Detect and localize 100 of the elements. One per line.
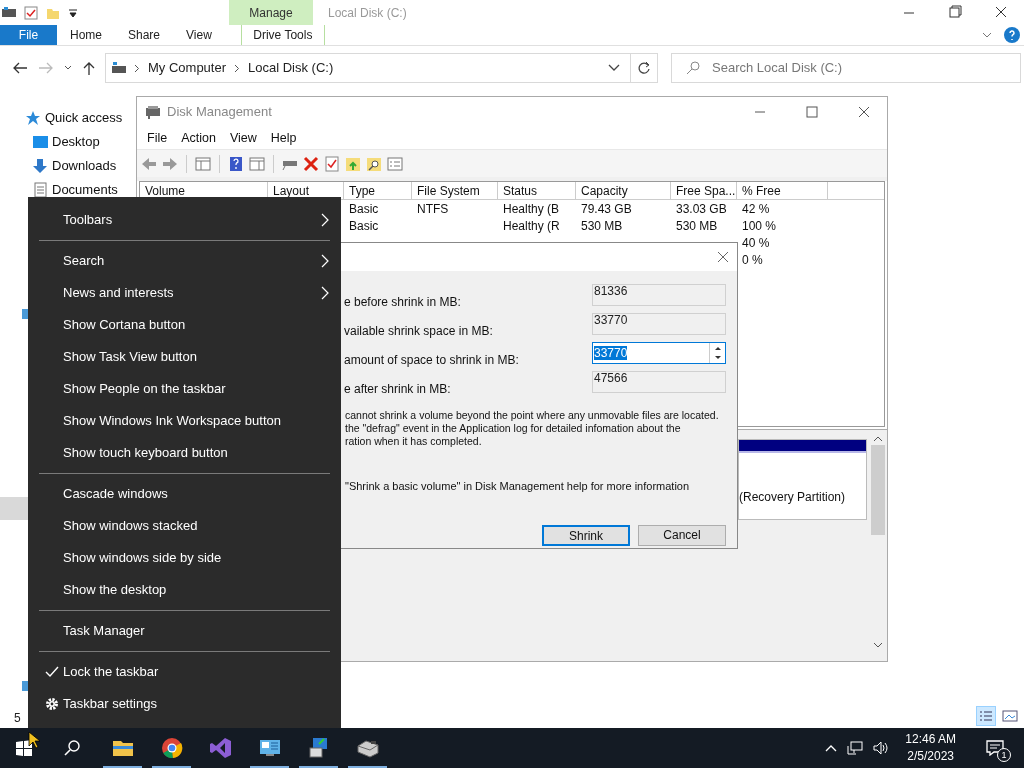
menu-item[interactable]: View (222, 128, 264, 148)
volume-icon[interactable] (873, 741, 890, 755)
scroll-down-icon[interactable] (873, 641, 883, 649)
breadcrumb-separator-icon (134, 63, 140, 73)
menu-item[interactable]: Show Task View button (28, 341, 341, 373)
table-cell-text: 100 % (741, 217, 778, 234)
folder-up-icon[interactable] (345, 155, 361, 172)
help-icon[interactable] (1004, 27, 1020, 43)
search-field[interactable]: Search Local Disk (C:) (671, 53, 1021, 83)
dialog-button[interactable]: Shrink (542, 524, 630, 546)
note-text: cannot shrink a volume beyond the point where any unmovable files are located. (345, 409, 719, 422)
desktop-icon (32, 134, 48, 150)
notifications-icon[interactable] (986, 740, 1004, 756)
drive-icon[interactable] (2, 6, 16, 19)
download-icon (32, 158, 48, 174)
scroll-up-icon[interactable] (873, 435, 883, 443)
window-title: Disk Management (167, 103, 273, 122)
nav-item[interactable]: Quick access (25, 106, 123, 130)
forward-icon[interactable] (162, 155, 178, 172)
note-text: ration when it has completed. (345, 435, 482, 448)
table-cell-text: 530 MB (675, 217, 719, 234)
refresh-icon[interactable] (637, 61, 651, 75)
field-label: e before shrink in MB: (343, 294, 462, 311)
properties-icon[interactable] (324, 155, 340, 172)
address-bar[interactable]: My Computer Local Disk (C:) (105, 53, 658, 83)
menu-item[interactable]: Show windows stacked (28, 510, 341, 542)
menu-item[interactable]: File (140, 128, 175, 148)
status-text: 5 (14, 710, 21, 727)
scrollbar-thumb[interactable] (871, 445, 885, 535)
up-icon[interactable] (82, 61, 96, 75)
details-view-icon[interactable] (976, 706, 996, 726)
window-title: Local Disk (C:) (327, 4, 408, 22)
menu-item[interactable]: Show windows side by side (28, 542, 341, 574)
menu-item[interactable]: Show the desktop (28, 574, 341, 606)
infinity-icon[interactable] (208, 736, 233, 760)
menu-item[interactable]: Task Manager (28, 615, 341, 647)
table-cell-text: NTFS (416, 200, 450, 217)
item-icon (22, 309, 28, 319)
column-header[interactable]: Type (344, 182, 412, 200)
ribbon-tab[interactable]: File (0, 25, 57, 45)
column-header[interactable]: Free Spa... (671, 182, 737, 200)
dropdown-icon[interactable] (68, 7, 78, 18)
menu-item[interactable]: Cascade windows (28, 478, 341, 510)
field-label: vailable shrink space in MB: (343, 323, 494, 340)
show-hidden-icons-icon[interactable] (825, 744, 838, 752)
menu-item[interactable]: Show Windows Ink Workspace button (28, 405, 341, 437)
readonly-field: 81336 (592, 284, 726, 306)
start-icon[interactable] (16, 740, 32, 756)
dialog-button[interactable]: Cancel (638, 524, 726, 546)
menu-item[interactable]: Show touch keyboard button (28, 437, 341, 469)
notification-count: 1 (997, 748, 1011, 762)
nav-item[interactable]: Documents (25, 178, 123, 202)
ribbon-tab[interactable]: Home (57, 25, 115, 45)
help-icon[interactable] (228, 155, 244, 172)
help-text: "Shrink a basic volume" in Disk Management help for more information (344, 479, 690, 494)
table-cell-text: Basic (348, 217, 380, 234)
breadcrumb-item[interactable]: My Computer (148, 58, 227, 78)
network-icon[interactable] (847, 741, 864, 755)
browser-icon[interactable] (159, 736, 184, 760)
selected-row-highlight (0, 497, 30, 520)
menu-item[interactable]: Search (28, 245, 341, 277)
back-icon[interactable] (12, 61, 28, 75)
menu-item[interactable]: Lock the taskbar (28, 656, 341, 688)
column-header[interactable]: Capacity (576, 182, 671, 200)
console-tree-icon[interactable] (195, 155, 211, 172)
column-header[interactable]: File System (412, 182, 498, 200)
document-icon (32, 182, 48, 198)
close-icon[interactable] (717, 251, 729, 263)
ribbon-tab[interactable]: Drive Tools (240, 25, 325, 45)
spin-field[interactable]: 33770 (592, 342, 726, 364)
menu-item[interactable]: News and interests (28, 277, 341, 309)
delete-icon[interactable] (303, 155, 319, 172)
recent-locations-icon[interactable] (64, 65, 72, 71)
ribbon-tab[interactable]: Share (115, 25, 174, 45)
menu-item[interactable]: Show People on the taskbar (28, 373, 341, 405)
breadcrumb-item[interactable]: Local Disk (C:) (248, 58, 334, 78)
menu-item[interactable]: Taskbar settings (28, 688, 341, 720)
menu-item[interactable]: Toolbars (28, 204, 341, 236)
chevron-icon[interactable] (982, 31, 992, 39)
search-icon[interactable] (64, 740, 80, 756)
ribbon-tab[interactable]: View (173, 25, 225, 45)
nav-item[interactable]: Downloads (25, 154, 123, 178)
table-cell-text: Healthy (R (502, 217, 561, 234)
menu-item[interactable]: Show Cortana button (28, 309, 341, 341)
folder-search-icon[interactable] (366, 155, 382, 172)
properties-icon[interactable] (24, 5, 38, 20)
partition-label: (Recovery Partition) (739, 489, 847, 506)
star-icon (25, 110, 41, 126)
table-cell-text: 33.03 GB (675, 200, 728, 217)
menu-item[interactable]: Help (263, 128, 304, 148)
menu-item[interactable]: Action (174, 128, 223, 148)
dropdown-icon[interactable] (608, 64, 620, 72)
nav-item[interactable]: Desktop (25, 130, 123, 154)
column-header[interactable]: Status (498, 182, 576, 200)
item-icon (22, 681, 28, 691)
action-pane-icon[interactable] (249, 155, 265, 172)
table-cell-text: Basic (348, 200, 380, 217)
field-label: amount of space to shrink in MB: (343, 352, 520, 369)
column-header[interactable]: % Free (737, 182, 828, 200)
partition-block[interactable]: (Recovery Partition) (738, 439, 867, 520)
